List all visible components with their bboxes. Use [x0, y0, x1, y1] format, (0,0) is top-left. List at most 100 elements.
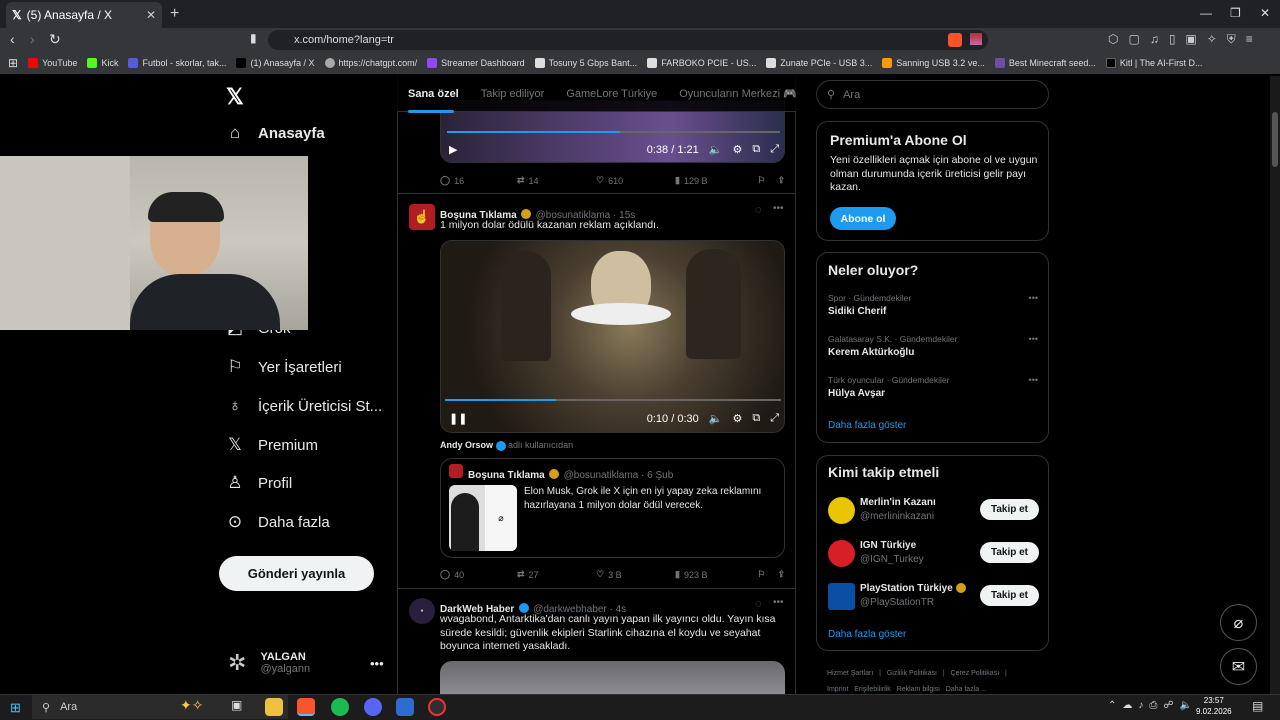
follow-item[interactable]: PlayStation Türkiye @PlayStationTR Takip…: [828, 582, 1043, 612]
reply-button[interactable]: ◯ 40: [440, 569, 517, 580]
volume-icon[interactable]: 🔈: [709, 143, 723, 156]
notifications-icon[interactable]: ▤: [1252, 699, 1263, 713]
bookmark-tweet-icon[interactable]: ⚐: [757, 569, 765, 580]
bookmark-x[interactable]: (1) Anasayfa / X: [236, 58, 315, 68]
trend-more-icon[interactable]: •••: [1029, 334, 1038, 344]
retweet-button[interactable]: ⇄ 27: [517, 569, 596, 580]
close-tab-icon[interactable]: ✕: [146, 8, 156, 22]
sidebar-item-home[interactable]: ⌂ Anasayfa: [226, 123, 325, 142]
bookmark-chatgpt[interactable]: https://chatgpt.com/: [324, 58, 417, 68]
trend-more-icon[interactable]: •••: [1029, 375, 1038, 385]
settings-icon[interactable]: ⚙: [732, 143, 742, 156]
bookmark-futbol[interactable]: Futbol - skorlar, tak...: [128, 58, 226, 68]
tweet-media[interactable]: [440, 661, 785, 694]
fullscreen-icon[interactable]: ⤢: [770, 143, 779, 156]
video-progress-track[interactable]: [447, 131, 780, 133]
tweet-more-icon[interactable]: •••: [773, 597, 784, 608]
sidebar-item-creator-studio[interactable]: ♁ İçerik Üreticisi St...: [226, 396, 383, 415]
bookmark-farboko[interactable]: FARBOKO PCIE - US...: [647, 58, 756, 68]
address-bar[interactable]: x.com/home?lang=tr: [268, 30, 988, 50]
obs-icon[interactable]: [428, 698, 446, 716]
follow-item[interactable]: IGN Türkiye @IGN_Turkey Takip et: [828, 539, 1043, 569]
windows-start-icon[interactable]: ⊞: [10, 700, 21, 716]
share-icon[interactable]: ⇪: [777, 175, 785, 186]
follow-item[interactable]: Merlin'in Kazanı @merlininkazani Takip e…: [828, 496, 1043, 526]
forward-icon[interactable]: ›: [30, 31, 35, 47]
trend-item[interactable]: Galatasaray S.K. · Gündemdekiler Kerem A…: [828, 334, 1038, 358]
avatar[interactable]: ●: [409, 598, 435, 624]
x-logo-icon[interactable]: 𝕏: [226, 84, 244, 110]
sidebar-item-premium[interactable]: 𝕏 Premium: [226, 435, 318, 454]
bookmark-kitl[interactable]: Kitl | The AI-First D...: [1105, 58, 1203, 68]
pip-icon[interactable]: ⧉: [752, 412, 760, 425]
back-icon[interactable]: ‹: [10, 31, 15, 47]
like-button[interactable]: ♡ 3 B: [596, 569, 675, 580]
new-tab-icon[interactable]: +: [170, 5, 179, 23]
avatar[interactable]: ☝: [409, 204, 435, 230]
subscribe-button[interactable]: Abone ol: [830, 207, 896, 230]
bookmark-tweet-icon[interactable]: ⚐: [757, 175, 765, 186]
search-input[interactable]: ⚲ Ara: [816, 80, 1049, 109]
bookmark-minecraft[interactable]: Best Minecraft seed...: [994, 58, 1096, 68]
like-button[interactable]: ♡ 610: [596, 175, 675, 186]
follow-button[interactable]: Takip et: [980, 499, 1039, 520]
minimize-icon[interactable]: —: [1200, 6, 1212, 20]
apps-icon[interactable]: ⊞: [8, 56, 18, 70]
show-more-follow-link[interactable]: Daha fazla göster: [828, 629, 906, 640]
pip-icon[interactable]: ⧉: [752, 143, 760, 156]
task-view-icon[interactable]: ▣: [231, 698, 249, 716]
reload-icon[interactable]: ↻: [49, 31, 61, 48]
taskbar-search[interactable]: ⚲ Ara: [32, 695, 288, 719]
tab-oyuncular[interactable]: Oyuncuların Merkezi 🎮: [679, 87, 796, 100]
app-icon[interactable]: [396, 698, 414, 716]
bookmark-page-icon[interactable]: ▮: [250, 31, 257, 45]
account-more-icon[interactable]: •••: [370, 656, 384, 671]
views-button[interactable]: ▮ 923 B: [675, 569, 755, 580]
page-scrollbar[interactable]: [1270, 76, 1280, 694]
tab-gamelore[interactable]: GameLore Türkiye: [566, 88, 657, 100]
tweet-more-icon[interactable]: •••: [773, 203, 784, 214]
share-icon[interactable]: ⇪: [777, 569, 785, 580]
taskbar-clock[interactable]: 23:57 9.02.2026: [1196, 695, 1232, 717]
spotify-icon[interactable]: [331, 698, 349, 716]
play-icon[interactable]: ▶: [449, 143, 457, 156]
file-explorer-icon[interactable]: [265, 698, 283, 716]
system-tray-icons[interactable]: ⌃☁♪⎙☍🔈: [1108, 700, 1198, 711]
grok-explain-icon[interactable]: ◌: [755, 204, 762, 216]
follow-button[interactable]: Takip et: [980, 585, 1039, 606]
extensions-icon[interactable]: ⬡▢♫▯▣✧⛨≡: [1108, 32, 1263, 47]
pause-icon[interactable]: ❚❚: [449, 412, 467, 425]
sidebar-item-more[interactable]: ⊙ Daha fazla: [226, 512, 330, 531]
quote-tweet[interactable]: Boşuna Tıklama @bosunatiklama · 6 Şub ⌀ …: [440, 458, 785, 558]
messages-fab-icon[interactable]: ✉: [1220, 648, 1257, 685]
brave-taskbar-icon[interactable]: [297, 698, 315, 716]
reply-button[interactable]: ◯ 16: [440, 175, 517, 186]
retweet-button[interactable]: ⇄ 14: [517, 175, 596, 186]
sidebar-item-profile[interactable]: ♙ Profil: [226, 473, 292, 492]
sidebar-item-bookmarks[interactable]: ⚐ Yer İşaretleri: [226, 357, 341, 376]
views-button[interactable]: ▮ 129 B: [675, 175, 755, 186]
trend-item[interactable]: Spor · Gündemdekiler Sidiki Cherif •••: [828, 293, 1038, 317]
trend-more-icon[interactable]: •••: [1029, 293, 1038, 303]
account-switcher[interactable]: ✲ YALGAN @yalgann: [228, 650, 310, 676]
scrollbar-thumb[interactable]: [1272, 112, 1278, 167]
brave-rewards-icon[interactable]: [970, 33, 982, 45]
bookmark-zunate[interactable]: Zunate PCIe - USB 3...: [766, 58, 872, 68]
bookmark-kick[interactable]: Kick: [87, 58, 118, 68]
bookmark-streamer[interactable]: Streamer Dashboard: [427, 58, 525, 68]
show-more-trends-link[interactable]: Daha fazla göster: [828, 420, 906, 431]
close-window-icon[interactable]: ✕: [1260, 6, 1270, 20]
fullscreen-icon[interactable]: ⤢: [770, 412, 779, 425]
brave-shield-icon[interactable]: [948, 33, 962, 47]
grok-fab-icon[interactable]: ⌀: [1220, 604, 1257, 641]
follow-button[interactable]: Takip et: [980, 542, 1039, 563]
bookmark-youtube[interactable]: YouTube: [28, 58, 77, 68]
settings-icon[interactable]: ⚙: [732, 412, 742, 425]
video-progress-track[interactable]: [445, 399, 781, 401]
browser-tab[interactable]: 𝕏 (5) Anasayfa / X ✕: [6, 2, 162, 28]
bookmark-sanning[interactable]: Sanning USB 3.2 ve...: [882, 58, 985, 68]
discord-icon[interactable]: [364, 698, 382, 716]
restore-icon[interactable]: ❐: [1230, 6, 1241, 20]
post-button[interactable]: Gönderi yayınla: [219, 556, 374, 591]
trend-item[interactable]: Türk oyuncular · Gündemdekiler Hülya Avş…: [828, 375, 1038, 399]
